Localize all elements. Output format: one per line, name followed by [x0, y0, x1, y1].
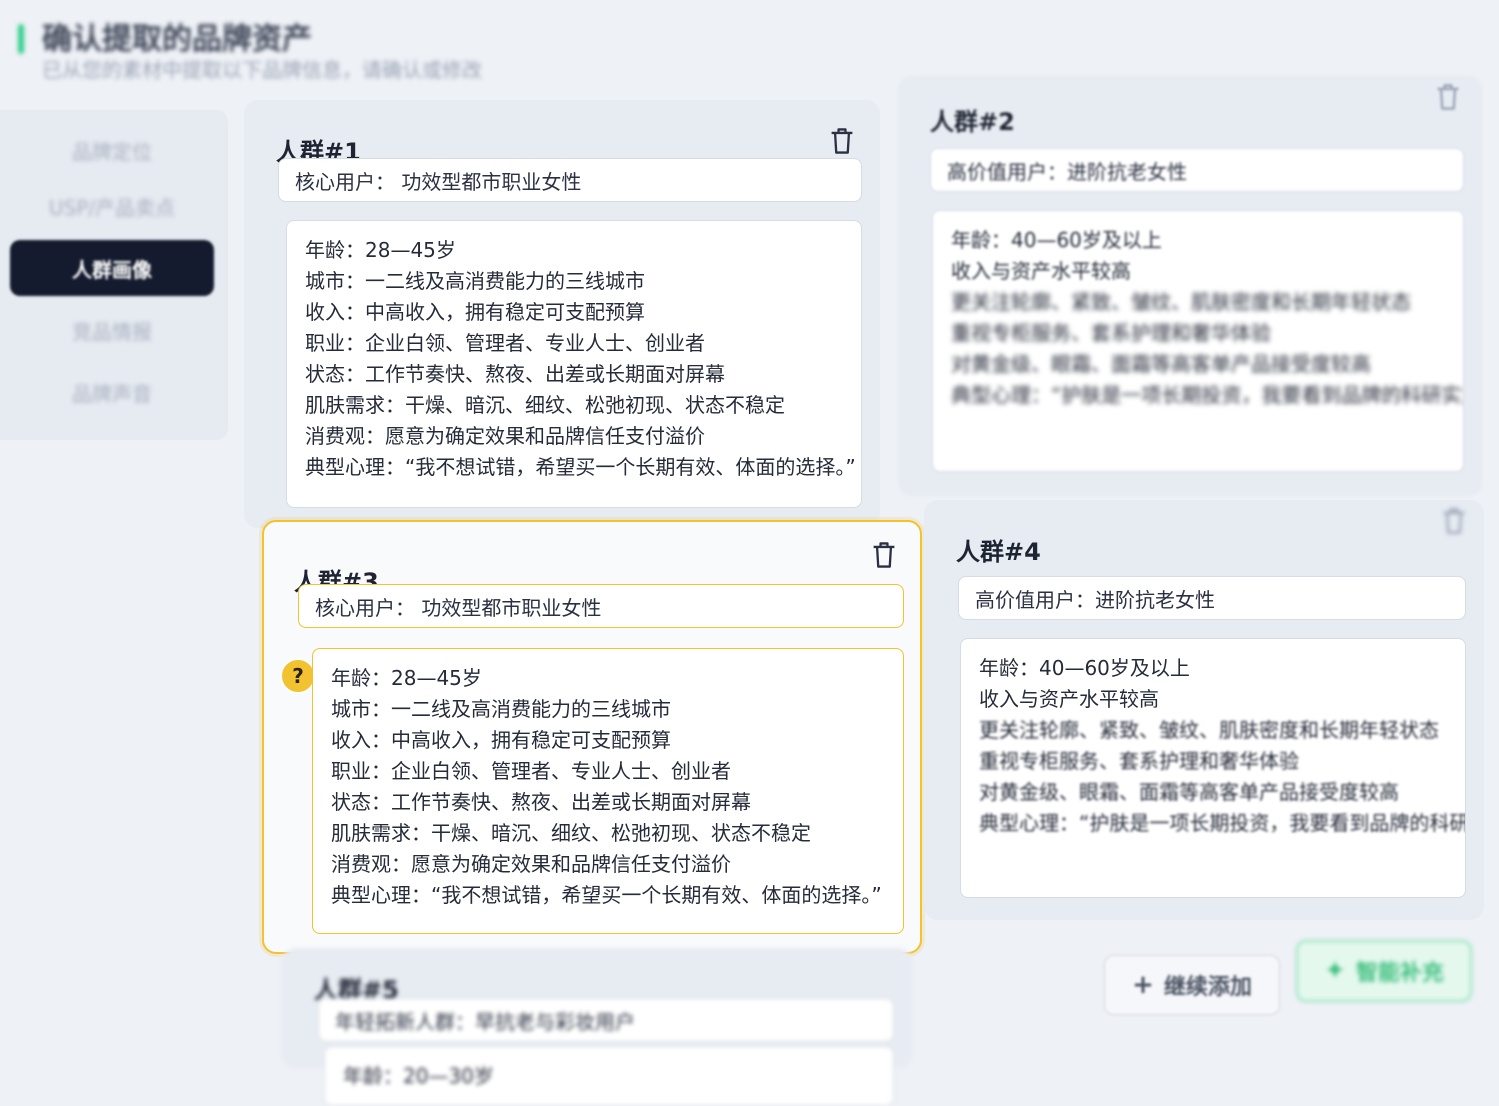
- detail-line: 城市：一二线及高消费能力的三线城市: [331, 697, 671, 721]
- trash-icon[interactable]: [1434, 82, 1462, 112]
- detail-line: 城市：一二线及高消费能力的三线城市: [305, 269, 645, 293]
- persona-card: 人群#1 核心用户： 功效型都市职业女性 年龄：28—45岁 城市：一二线及高消…: [244, 100, 880, 528]
- detail-line: 年龄：28—45岁: [305, 238, 456, 262]
- sidebar-item-usp[interactable]: USP/产品卖点: [10, 178, 214, 234]
- detail-box[interactable]: 年龄：40—60岁及以上 收入与资产水平较高 更关注轮廓、紧致、皱纹、肌肤密度和…: [960, 638, 1466, 898]
- detail-line: 对黄金级、眼霜、面霜等高客单产品接受度较高: [979, 780, 1399, 804]
- detail-line: 对黄金级、眼霜、面霜等高客单产品接受度较高: [951, 352, 1371, 376]
- detail-box[interactable]: 年龄：20—30岁: [324, 1046, 894, 1106]
- role-field[interactable]: 年轻拓新人群：早抗老与彩妆用户: [318, 998, 894, 1042]
- card-title: 人群#4: [956, 538, 1041, 566]
- detail-line: 重视专柜服务、套系护理和奢华体验: [979, 749, 1299, 773]
- detail-line: 收入：中高收入，拥有稳定可支配预算: [305, 300, 645, 324]
- persona-card: 人群#4 高价值用户：进阶抗老女性 年龄：40—60岁及以上 收入与资产水平较高…: [924, 500, 1484, 920]
- detail-line: 重视专柜服务、套系护理和奢华体验: [951, 321, 1271, 345]
- trash-icon[interactable]: [1440, 506, 1468, 536]
- detail-line: 收入与资产水平较高: [951, 259, 1131, 283]
- sidebar-item-brand-positioning[interactable]: 品牌定位: [10, 122, 214, 178]
- detail-box[interactable]: 年龄：40—60岁及以上 收入与资产水平较高 更关注轮廓、紧致、皱纹、肌肤密度和…: [932, 210, 1464, 472]
- role-field[interactable]: 核心用户： 功效型都市职业女性: [278, 158, 862, 202]
- sidebar-item-competitor[interactable]: 竞品情报: [10, 302, 214, 358]
- detail-line: 典型心理：“我不想试错，希望买一个长期有效、体面的选择。”: [305, 455, 856, 479]
- detail-line: 收入：中高收入，拥有稳定可支配预算: [331, 728, 671, 752]
- card-title: 人群#2: [930, 108, 1015, 136]
- persona-card: 人群#5 年轻拓新人群：早抗老与彩妆用户 年龄：20—30岁: [282, 948, 912, 1106]
- question-icon[interactable]: ?: [280, 658, 316, 694]
- continue-add-label: 继续添加: [1163, 975, 1252, 1000]
- role-field[interactable]: 高价值用户：进阶抗老女性: [930, 148, 1464, 192]
- role-field[interactable]: 核心用户： 功效型都市职业女性: [298, 584, 904, 628]
- sidebar: 品牌定位 USP/产品卖点 人群画像 竞品情报 品牌声音: [0, 110, 228, 440]
- sparkle-icon: ✦: [1324, 956, 1346, 986]
- sidebar-item-brand-voice[interactable]: 品牌声音: [10, 364, 214, 420]
- title-accent-bar: [18, 24, 24, 54]
- detail-line: 典型心理：“护肤是一项长期投资，我要看到品牌的科研实力。”: [979, 811, 1466, 835]
- smart-supplement-label: 智能补充: [1355, 961, 1444, 986]
- detail-line: 肌肤需求：干燥、暗沉、细纹、松弛初现、状态不稳定: [305, 393, 785, 417]
- continue-add-button[interactable]: + 继续添加: [1104, 955, 1280, 1015]
- detail-line: 状态：工作节奏快、熬夜、出差或长期面对屏幕: [305, 362, 725, 386]
- detail-line: 收入与资产水平较高: [979, 687, 1159, 711]
- detail-line: 状态：工作节奏快、熬夜、出差或长期面对屏幕: [331, 790, 751, 814]
- persona-card-selected: 人群#3 核心用户： 功效型都市职业女性 ? 年龄：28—45岁 城市：一二线及…: [262, 520, 922, 954]
- detail-line: 更关注轮廓、紧致、皱纹、肌肤密度和长期年轻状态: [951, 290, 1411, 314]
- detail-line: 典型心理：“我不想试错，希望买一个长期有效、体面的选择。”: [331, 883, 882, 907]
- detail-box[interactable]: 年龄：28—45岁 城市：一二线及高消费能力的三线城市 收入：中高收入，拥有稳定…: [286, 220, 862, 508]
- trash-icon[interactable]: [870, 540, 898, 570]
- detail-line: 更关注轮廓、紧致、皱纹、肌肤密度和长期年轻状态: [979, 718, 1439, 742]
- detail-line: 年龄：28—45岁: [331, 666, 482, 690]
- detail-line: 年龄：40—60岁及以上: [979, 656, 1190, 680]
- detail-line: 职业：企业白领、管理者、专业人士、创业者: [331, 759, 731, 783]
- detail-line: 肌肤需求：干燥、暗沉、细纹、松弛初现、状态不稳定: [331, 821, 811, 845]
- detail-line: 年龄：20—30岁: [343, 1064, 494, 1088]
- detail-line: 年龄：40—60岁及以上: [951, 228, 1162, 252]
- plus-icon: +: [1132, 970, 1154, 1000]
- detail-line: 职业：企业白领、管理者、专业人士、创业者: [305, 331, 705, 355]
- detail-line: 典型心理：“护肤是一项长期投资，我要看到品牌的科研实力。”: [951, 383, 1464, 407]
- smart-supplement-button[interactable]: ✦ 智能补充: [1296, 940, 1472, 1002]
- role-field[interactable]: 高价值用户：进阶抗老女性: [958, 576, 1466, 620]
- persona-card: 人群#2 高价值用户：进阶抗老女性 年龄：40—60岁及以上 收入与资产水平较高…: [898, 76, 1482, 496]
- detail-line: 消费观：愿意为确定效果和品牌信任支付溢价: [331, 852, 731, 876]
- detail-box[interactable]: 年龄：28—45岁 城市：一二线及高消费能力的三线城市 收入：中高收入，拥有稳定…: [312, 648, 904, 934]
- trash-icon[interactable]: [828, 126, 856, 156]
- page-subtitle: 已从您的素材中提取以下品牌信息，请确认或修改: [42, 58, 482, 82]
- page-title: 确认提取的品牌资产: [42, 22, 312, 57]
- sidebar-item-persona[interactable]: 人群画像: [10, 240, 214, 296]
- detail-line: 消费观：愿意为确定效果和品牌信任支付溢价: [305, 424, 705, 448]
